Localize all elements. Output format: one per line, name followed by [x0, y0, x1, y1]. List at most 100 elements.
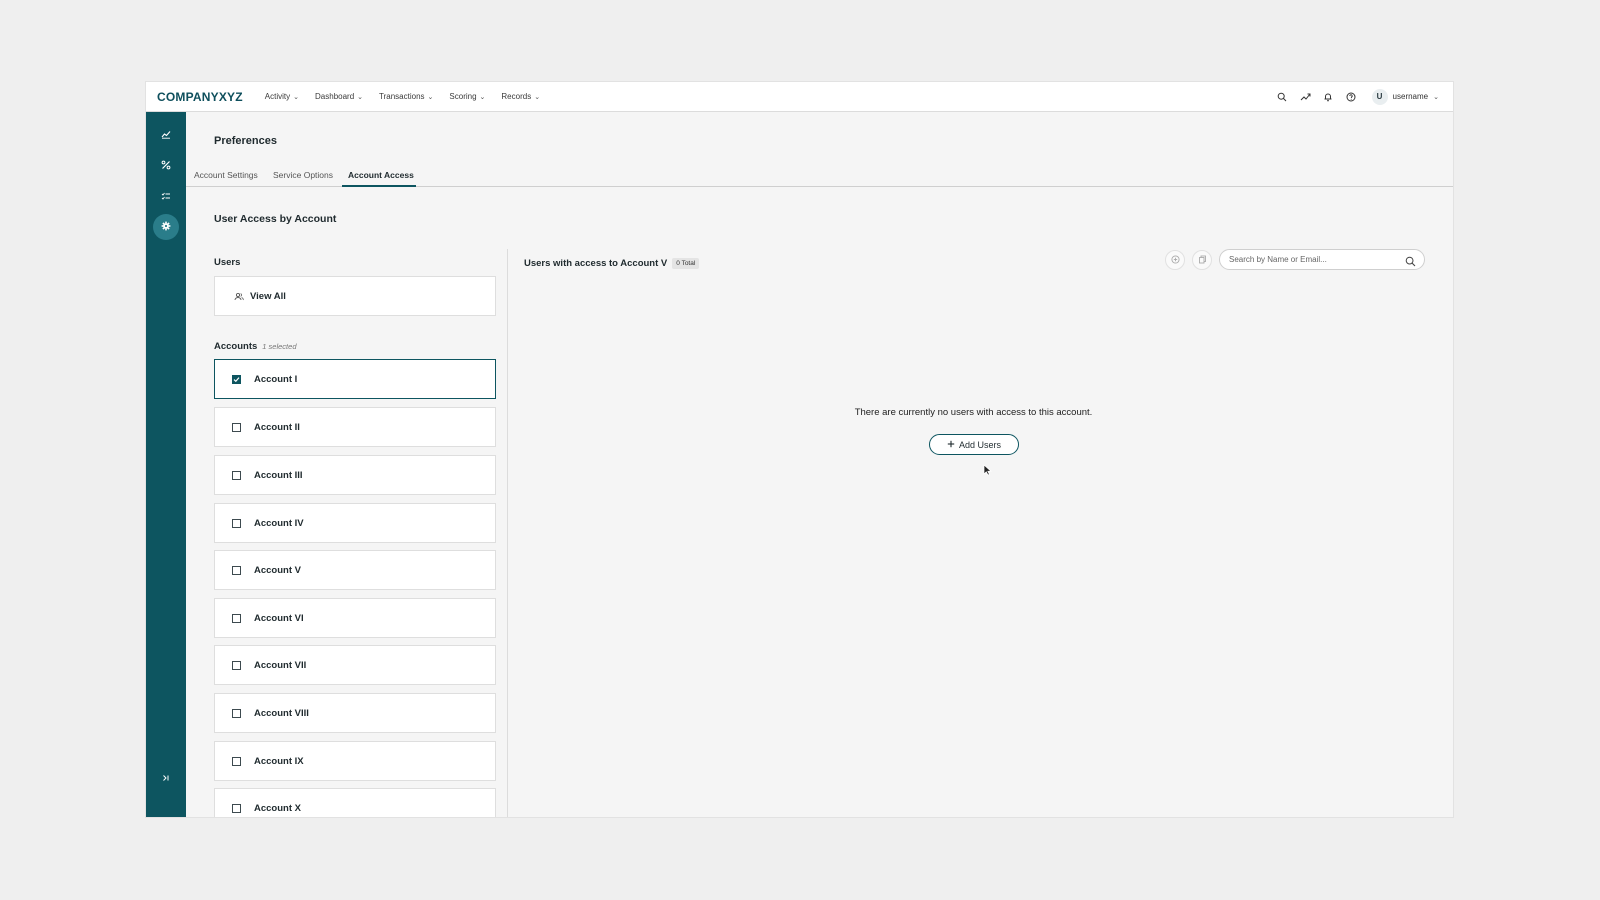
- nav-label: Activity: [264, 92, 291, 101]
- empty-state-message: There are currently no users with access…: [854, 407, 1093, 418]
- account-item[interactable]: Account IX: [214, 741, 496, 781]
- account-checkbox[interactable]: [232, 613, 241, 623]
- add-circle-button[interactable]: [1165, 250, 1185, 270]
- add-users-label: Add Users: [958, 439, 1002, 450]
- plus-icon: [947, 440, 955, 450]
- tab-account-settings[interactable]: Account Settings: [194, 170, 258, 180]
- brand-logo[interactable]: COMPANYXYZ: [157, 90, 243, 104]
- account-checkbox[interactable]: [232, 660, 241, 670]
- cursor-icon: [983, 463, 992, 481]
- view-all-label: View All: [250, 290, 286, 302]
- chevron-down-icon: ⌄: [1433, 93, 1439, 101]
- rail-scoring[interactable]: [153, 153, 179, 179]
- nav-scoring[interactable]: Scoring ⌄: [449, 92, 485, 101]
- account-item[interactable]: Account VII: [214, 645, 496, 685]
- tab-account-access[interactable]: Account Access: [348, 170, 414, 180]
- account-label: Account II: [254, 421, 300, 433]
- account-checkbox[interactable]: [232, 374, 241, 384]
- add-circle-icon: [1170, 251, 1180, 269]
- nav-label: Transactions: [379, 92, 425, 101]
- rail-checklist[interactable]: [153, 184, 179, 210]
- bell-icon[interactable]: [1322, 90, 1335, 103]
- chevron-down-icon: ⌄: [357, 93, 364, 101]
- account-item[interactable]: Account X: [214, 788, 496, 817]
- account-label: Account I: [254, 373, 298, 385]
- search-input[interactable]: [1229, 255, 1399, 264]
- gear-icon: [161, 218, 171, 236]
- view-all-button[interactable]: View All: [214, 276, 496, 316]
- avatar: U: [1371, 88, 1388, 105]
- copy-icon: [1198, 251, 1207, 269]
- nav-dashboard[interactable]: Dashboard ⌄: [315, 92, 363, 101]
- checklist-icon: [161, 188, 171, 206]
- page-title: Preferences: [214, 135, 277, 147]
- account-item[interactable]: Account III: [214, 455, 496, 495]
- account-checkbox[interactable]: [232, 708, 241, 718]
- accounts-label: Accounts: [214, 341, 258, 352]
- left-rail: [146, 112, 186, 817]
- account-label: Account V: [254, 564, 301, 576]
- account-label: Account III: [254, 469, 303, 481]
- app-window: COMPANYXYZ Activity ⌄ Dashboard ⌄ Transact…: [146, 82, 1453, 817]
- nav-label: Records: [501, 92, 532, 101]
- chevron-down-icon: ⌄: [479, 93, 486, 101]
- account-checkbox[interactable]: [232, 470, 241, 480]
- chevron-down-icon: ⌄: [427, 93, 434, 101]
- user-menu[interactable]: U username ⌄: [1371, 88, 1439, 105]
- nav-activity[interactable]: Activity ⌄: [265, 92, 299, 101]
- chevron-down-icon: ⌄: [293, 93, 300, 101]
- rail-expand[interactable]: [153, 765, 179, 791]
- user-search: [1219, 249, 1425, 270]
- account-item[interactable]: Account I: [214, 359, 496, 399]
- account-label: Account VIII: [254, 707, 309, 719]
- search-icon[interactable]: [1405, 254, 1416, 272]
- account-label: Account VII: [254, 659, 307, 671]
- account-checkbox[interactable]: [232, 565, 241, 575]
- percent-icon: [161, 157, 171, 175]
- account-label: Account IX: [254, 755, 304, 767]
- username-label: username: [1392, 92, 1429, 101]
- tab-bar: Account Settings Service Options Account…: [186, 159, 1453, 187]
- nav-transactions[interactable]: Transactions ⌄: [379, 92, 433, 101]
- users-label: Users: [214, 257, 241, 268]
- section-title: User Access by Account: [214, 213, 337, 225]
- rail-settings[interactable]: [153, 214, 179, 240]
- account-checkbox[interactable]: [232, 756, 241, 766]
- tab-service-options[interactable]: Service Options: [273, 170, 333, 180]
- access-panel-title: Users with access to Account V: [524, 258, 668, 269]
- chevron-down-icon: ⌄: [534, 93, 541, 101]
- trending-icon[interactable]: [1299, 90, 1312, 103]
- copy-button[interactable]: [1192, 250, 1212, 270]
- account-label: Account VI: [254, 612, 304, 624]
- account-item[interactable]: Account VI: [214, 598, 496, 638]
- accounts-header: Accounts 1 selected: [214, 341, 297, 352]
- nav-records[interactable]: Records ⌄: [501, 92, 540, 101]
- account-item[interactable]: Account IV: [214, 503, 496, 543]
- total-badge: 0 Total: [672, 258, 700, 269]
- account-item[interactable]: Account V: [214, 550, 496, 590]
- expand-rail-icon: [162, 769, 170, 787]
- checkmark-icon: [233, 376, 240, 382]
- help-icon[interactable]: [1345, 90, 1358, 103]
- top-right-actions: U username ⌄: [1276, 88, 1439, 105]
- account-label: Account IV: [254, 517, 304, 529]
- top-nav: COMPANYXYZ Activity ⌄ Dashboard ⌄ Transact…: [146, 82, 1453, 112]
- search-icon[interactable]: [1276, 90, 1289, 103]
- account-label: Account X: [254, 802, 301, 814]
- selected-count: 1 selected: [262, 342, 297, 351]
- rail-analytics[interactable]: [153, 122, 179, 148]
- account-item[interactable]: Account II: [214, 407, 496, 447]
- panel-divider: [507, 249, 508, 817]
- account-checkbox[interactable]: [232, 803, 241, 813]
- account-item[interactable]: Account VIII: [214, 693, 496, 733]
- users-icon: [234, 292, 244, 301]
- active-tab-indicator: [342, 185, 416, 187]
- account-checkbox[interactable]: [232, 518, 241, 528]
- main-content: Preferences Account Settings Service Opt…: [186, 112, 1453, 817]
- nav-label: Scoring: [449, 92, 477, 101]
- account-checkbox[interactable]: [232, 422, 241, 432]
- chart-icon: [161, 126, 171, 144]
- access-panel-header: Users with access to Account V 0 Total: [524, 258, 700, 269]
- nav-label: Dashboard: [315, 92, 355, 101]
- add-users-button[interactable]: Add Users: [929, 434, 1019, 455]
